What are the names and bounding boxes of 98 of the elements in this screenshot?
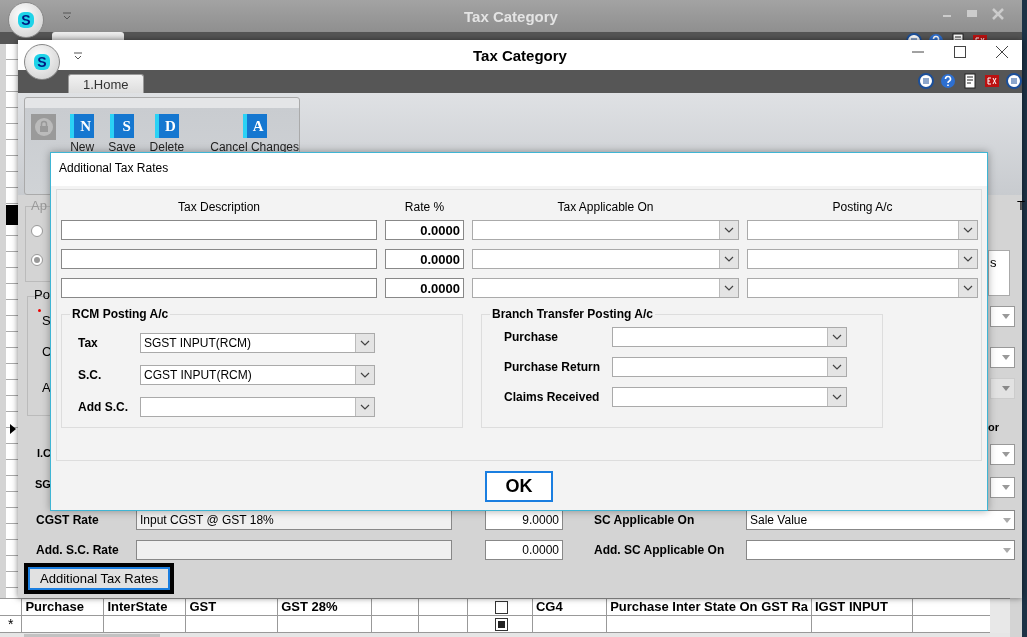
help-icon[interactable] — [940, 73, 956, 89]
account-dropdown[interactable]: SGST INPUT(RCM) — [140, 333, 375, 353]
tab[interactable]: 1.Home — [68, 74, 144, 94]
account-field[interactable] — [136, 540, 452, 560]
field-label: Ap — [31, 198, 47, 213]
field-label: or — [988, 421, 999, 433]
account-dropdown[interactable] — [612, 387, 847, 407]
window-title: Tax Category — [464, 8, 558, 25]
table-cell: Purchase — [22, 599, 105, 615]
field-label: Add. SC Applicable On — [594, 543, 726, 557]
tax-applicable-dropdown[interactable] — [472, 249, 739, 269]
rate-field[interactable]: 0.0000 — [385, 278, 464, 298]
dropdown-arrow-icon — [1002, 386, 1010, 391]
tax-applicable-dropdown[interactable] — [472, 278, 739, 298]
field-label: Purchase Return — [504, 360, 602, 374]
document-icon[interactable] — [950, 33, 966, 40]
table-cell: Purchase Inter State On GST Ra — [607, 599, 812, 615]
account-dropdown[interactable] — [612, 357, 847, 377]
column-header: Posting A/c — [831, 200, 894, 214]
rate-field[interactable]: 9.0000 — [485, 510, 563, 530]
dialog-title: Additional Tax Rates — [51, 153, 987, 186]
column-header: Rate % — [403, 200, 446, 214]
account-dropdown[interactable]: CGST INPUT(RCM) — [140, 365, 375, 385]
posting-account-dropdown[interactable] — [747, 220, 978, 240]
dropdown-arrow-icon — [1002, 452, 1010, 457]
logo-icon[interactable]: S — [8, 2, 44, 38]
document-icon[interactable] — [962, 73, 978, 89]
field-label: Claims Received — [504, 390, 601, 404]
dropdown-arrow-icon — [1003, 547, 1011, 553]
ribbon-button[interactable]: S Save — [108, 114, 136, 154]
field-label: S.C. — [78, 368, 103, 382]
dropdown-field[interactable] — [990, 306, 1015, 327]
account-dropdown[interactable] — [612, 327, 847, 347]
book-icon: S — [109, 114, 134, 138]
table-cell: IGST INPUT — [811, 599, 914, 615]
book-icon: N — [70, 114, 95, 138]
account-dropdown[interactable] — [140, 397, 375, 417]
field-label: C — [42, 344, 52, 359]
maximize-icon[interactable] — [954, 46, 966, 58]
rate-field[interactable]: 0.0000 — [385, 249, 464, 269]
checkbox[interactable] — [494, 600, 508, 614]
field-label: Add S.C. — [78, 400, 129, 414]
field-label: Purchase — [504, 330, 560, 344]
list-icon[interactable] — [1006, 73, 1022, 89]
field-label: s — [990, 255, 997, 270]
field-label: Po — [34, 287, 50, 302]
lock-icon[interactable] — [31, 114, 57, 140]
logo-icon[interactable]: S — [24, 44, 60, 80]
ribbon-button[interactable]: N New — [70, 114, 95, 154]
dropdown-field[interactable]: Sale Value — [746, 510, 1015, 530]
field-label: I.C — [37, 447, 52, 459]
table-cell: GST — [186, 599, 279, 615]
column-header: Tax Applicable On — [556, 200, 655, 214]
tax-description-field[interactable] — [61, 278, 377, 298]
group-title: Branch Transfer Posting A/c — [490, 307, 655, 321]
list-icon[interactable] — [918, 73, 934, 89]
vertical-scrollbar[interactable] — [990, 599, 1010, 633]
field-label: SG — [35, 478, 51, 490]
checkbox[interactable] — [494, 617, 508, 631]
field-label: Add. S.C. Rate — [36, 543, 120, 557]
tax-description-field[interactable] — [61, 249, 377, 269]
posting-account-dropdown[interactable] — [747, 249, 978, 269]
posting-account-dropdown[interactable] — [747, 278, 978, 298]
group-title: RCM Posting A/c — [70, 307, 171, 321]
tax-applicable-dropdown[interactable] — [472, 220, 739, 240]
ok-button[interactable]: OK — [485, 471, 553, 502]
dropdown-arrow-icon — [1002, 355, 1010, 360]
field-label: A — [42, 380, 51, 395]
rate-field[interactable]: 0.0000 — [385, 220, 464, 240]
radio-button[interactable] — [31, 254, 43, 266]
table-cell: InterState — [104, 599, 187, 615]
rate-field[interactable]: 0.0000 — [485, 540, 563, 560]
dropdown-field[interactable] — [990, 444, 1015, 465]
radio-button[interactable] — [31, 225, 43, 237]
dropdown-field[interactable] — [990, 378, 1015, 399]
book-icon: A — [242, 114, 267, 138]
window-title: Tax Category — [473, 47, 567, 64]
required-marker — [38, 309, 41, 312]
account-field[interactable]: Input CGST @ GST 18% — [136, 510, 452, 530]
table-cell: CG4 — [532, 599, 608, 615]
tax-description-field[interactable] — [61, 220, 377, 240]
dropdown-field[interactable] — [746, 540, 1015, 560]
dropdown-field[interactable] — [990, 477, 1015, 498]
dropdown-arrow-icon — [1002, 485, 1010, 490]
close-icon[interactable] — [996, 46, 1008, 58]
exit-icon[interactable] — [984, 73, 1000, 89]
column-header: Tax Description — [177, 200, 261, 214]
field-label: CGST Rate — [36, 513, 100, 527]
table-cell: GST 28% — [278, 599, 372, 615]
dropdown-arrow-icon — [1003, 517, 1011, 523]
dropdown-arrow-icon — [1002, 314, 1010, 319]
book-icon: D — [154, 114, 179, 138]
list-icon[interactable] — [906, 33, 922, 40]
field-label: S — [42, 313, 51, 328]
field-label: SC Applicable On — [594, 513, 696, 527]
field-label: Tax — [78, 336, 99, 350]
dropdown-field[interactable] — [990, 347, 1015, 368]
caret-icon[interactable] — [73, 52, 83, 60]
